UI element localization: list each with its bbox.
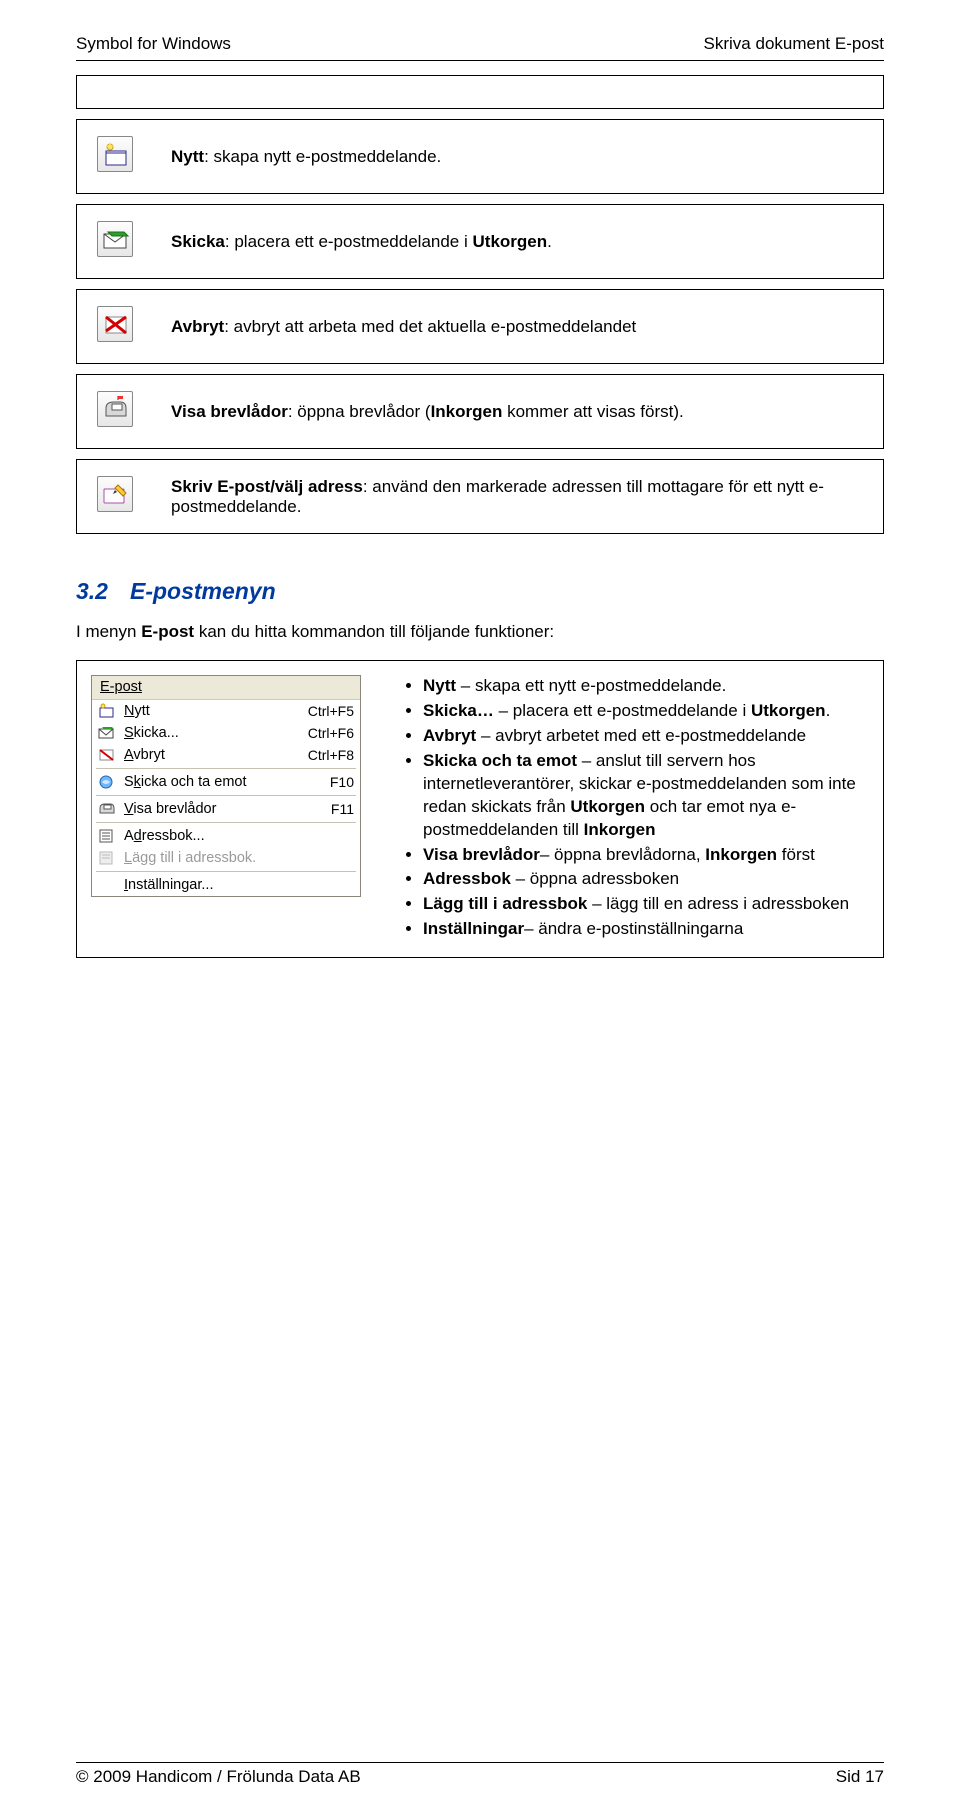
header-left: Symbol for Windows	[76, 34, 231, 54]
menu-item-icon	[96, 702, 118, 720]
nytt-text: : skapa nytt e-postmeddelande.	[204, 147, 441, 166]
list-item: Lägg till i adressbok – lägg till en adr…	[423, 893, 867, 916]
nytt-label: Nytt	[171, 147, 204, 166]
definition-box-nytt: Nytt: skapa nytt e-postmeddelande.	[76, 119, 884, 194]
menu-item[interactable]: Skicka och ta emot F10	[92, 771, 360, 793]
menu-item[interactable]: Avbryt Ctrl+F8	[92, 744, 360, 766]
footer-left: © 2009 Handicom / Frölunda Data AB	[76, 1767, 361, 1787]
list-item: Skicka… – placera ett e-postmeddelande i…	[423, 700, 867, 723]
menu-item-label: Lägg till i adressbok.	[124, 850, 348, 866]
menu-item-label: Visa brevlådor	[124, 801, 325, 817]
menu-item-icon	[96, 876, 118, 894]
header-right: Skriva dokument E-post	[704, 34, 884, 54]
menu-item[interactable]: Inställningar...	[92, 874, 360, 896]
menu-title-text: E-post	[100, 679, 142, 695]
menu-item-icon	[96, 800, 118, 818]
visa-brevlador-text2: kommer att visas först).	[502, 402, 683, 421]
list-item: Inställningar– ändra e-postinställningar…	[423, 918, 867, 941]
definition-box-visa-brevlador: Visa brevlådor: öppna brevlådor (Inkorge…	[76, 374, 884, 449]
visa-brevlador-label: Visa brevlådor	[171, 402, 288, 421]
visa-brevlador-text1: : öppna brevlådor (	[288, 402, 431, 421]
menu-item-shortcut: Ctrl+F8	[308, 747, 354, 763]
bullet-list: Nytt – skapa ett nytt e-postmeddelande.S…	[403, 675, 867, 941]
intro-bold: E-post	[141, 622, 194, 641]
skicka-label: Skicka	[171, 232, 225, 251]
footer-right: Sid 17	[836, 1767, 884, 1787]
menu-item-shortcut: Ctrl+F6	[308, 725, 354, 741]
menu-item-icon	[96, 849, 118, 867]
visa-brevlador-bold2: Inkorgen	[431, 402, 503, 421]
skicka-text2: .	[547, 232, 552, 251]
section-number: 3.2	[76, 578, 108, 604]
menu-item-icon	[96, 827, 118, 845]
menu-item[interactable]: Skicka... Ctrl+F6	[92, 722, 360, 744]
epost-dropdown-menu: E-post Nytt Ctrl+F5 Skicka... Ctrl+F6 Avbryt…	[91, 675, 361, 897]
list-item: Skicka och ta emot – anslut till servern…	[423, 750, 867, 842]
menu-separator	[96, 768, 356, 769]
menu-item[interactable]: Nytt Ctrl+F5	[92, 700, 360, 722]
menu-item-icon	[96, 746, 118, 764]
nytt-icon	[97, 136, 133, 172]
menu-item-shortcut: Ctrl+F5	[308, 703, 354, 719]
footer-rule	[76, 1762, 884, 1763]
menu-and-bullets-box: E-post Nytt Ctrl+F5 Skicka... Ctrl+F6 Avbryt…	[76, 660, 884, 958]
skriv-adress-label: Skriv E-post/välj adress	[171, 477, 363, 496]
definition-box-skicka: Skicka: placera ett e-postmeddelande i U…	[76, 204, 884, 279]
menu-separator	[96, 822, 356, 823]
spacer-box	[76, 75, 884, 109]
list-item: Visa brevlådor– öppna brevlådorna, Inkor…	[423, 844, 867, 867]
skriv-adress-icon	[97, 476, 133, 512]
menu-item-label: Avbryt	[124, 747, 302, 763]
menu-item-label: Adressbok...	[124, 828, 348, 844]
definition-box-avbryt: Avbryt: avbryt att arbeta med det aktuel…	[76, 289, 884, 364]
section-title: E-postmenyn	[130, 578, 276, 604]
avbryt-text: : avbryt att arbeta med det aktuella e-p…	[224, 317, 636, 336]
menu-item[interactable]: Adressbok...	[92, 825, 360, 847]
menu-item-shortcut: F11	[331, 801, 354, 817]
menu-item-label: Skicka...	[124, 725, 302, 741]
header-rule	[76, 60, 884, 61]
menu-item[interactable]: Visa brevlådor F11	[92, 798, 360, 820]
menu-item-label: Skicka och ta emot	[124, 774, 324, 790]
definition-box-skriv-adress: Skriv E-post/välj adress: använd den mar…	[76, 459, 884, 534]
menu-title: E-post	[92, 676, 360, 700]
skicka-icon	[97, 221, 133, 257]
intro-pre: I menyn	[76, 622, 141, 641]
avbryt-icon	[97, 306, 133, 342]
menu-separator	[96, 871, 356, 872]
section-heading: 3.2 E-postmenyn	[76, 578, 884, 605]
intro-post: kan du hitta kommandon till följande fun…	[194, 622, 554, 641]
menu-item-shortcut: F10	[330, 774, 354, 790]
visa-brevlador-icon	[97, 391, 133, 427]
section-intro: I menyn E-post kan du hitta kommandon ti…	[76, 621, 884, 644]
list-item: Avbryt – avbryt arbetet med ett e-postme…	[423, 725, 867, 748]
menu-item-label: Nytt	[124, 703, 302, 719]
skicka-text1: : placera ett e-postmeddelande i	[225, 232, 473, 251]
skicka-bold2: Utkorgen	[473, 232, 548, 251]
footer: © 2009 Handicom / Frölunda Data AB Sid 1…	[76, 1742, 884, 1787]
avbryt-label: Avbryt	[171, 317, 224, 336]
menu-item-label: Inställningar...	[124, 877, 348, 893]
menu-item-icon	[96, 724, 118, 742]
menu-separator	[96, 795, 356, 796]
list-item: Adressbok – öppna adressboken	[423, 868, 867, 891]
menu-item-icon	[96, 773, 118, 791]
menu-item: Lägg till i adressbok.	[92, 847, 360, 869]
list-item: Nytt – skapa ett nytt e-postmeddelande.	[423, 675, 867, 698]
